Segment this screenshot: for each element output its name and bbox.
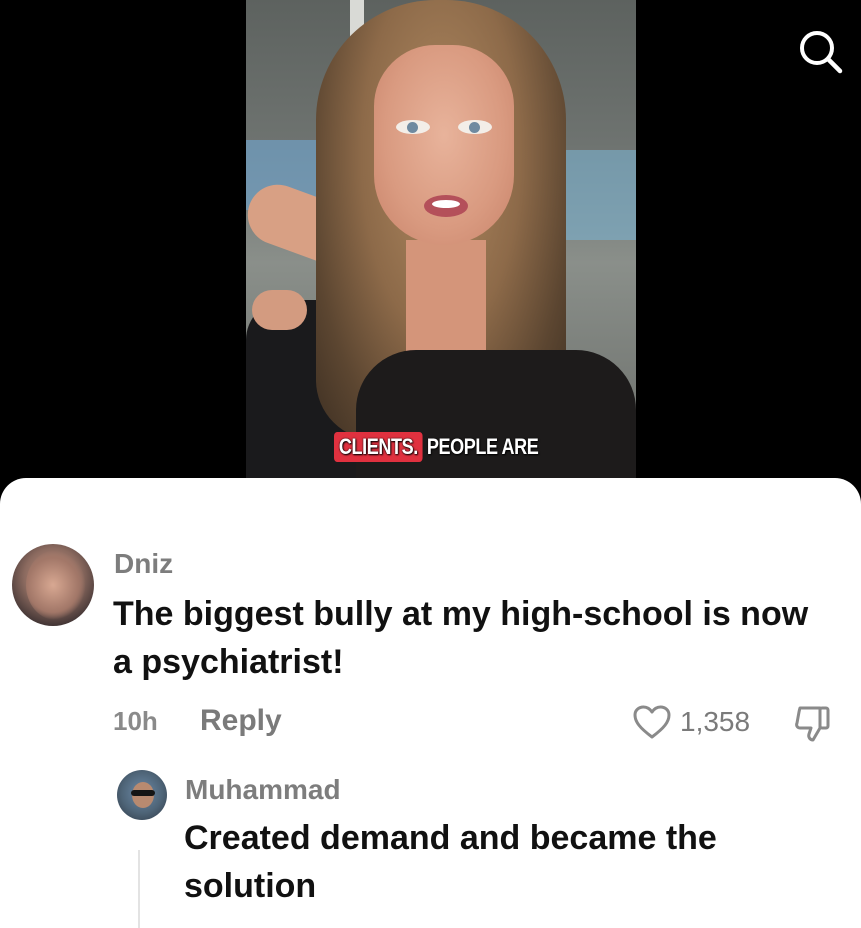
eye: [458, 120, 492, 134]
comments-sheet: Dniz The biggest bully at my high-school…: [0, 478, 861, 928]
heart-icon[interactable]: [632, 704, 672, 740]
video-subject-hand: [252, 290, 307, 330]
background-window: [566, 150, 636, 240]
video-player[interactable]: CLIENTS. PEOPLE ARE: [0, 0, 861, 500]
avatar[interactable]: [117, 770, 167, 820]
video-frame[interactable]: [246, 0, 636, 478]
like-count: 1,358: [680, 706, 751, 737]
comment-username[interactable]: Dniz: [114, 548, 173, 580]
caption-highlight: CLIENTS.: [334, 432, 423, 462]
reply-text: Created demand and became the solution: [184, 819, 717, 905]
comment-timestamp: 10h: [113, 706, 158, 736]
eye: [396, 120, 430, 134]
search-icon[interactable]: [790, 22, 850, 82]
video-subject-face: [374, 45, 514, 245]
avatar[interactable]: [12, 544, 94, 626]
caption-text: PEOPLE ARE: [426, 434, 539, 459]
video-caption: CLIENTS. PEOPLE ARE: [334, 430, 539, 464]
thumbs-down-icon[interactable]: [792, 704, 834, 744]
comment-text: The biggest bully at my high-school is n…: [113, 595, 809, 681]
thread-line: [138, 850, 140, 928]
reply-username[interactable]: Muhammad: [185, 774, 341, 806]
mouth: [424, 195, 468, 217]
reply-button[interactable]: Reply: [200, 704, 282, 738]
